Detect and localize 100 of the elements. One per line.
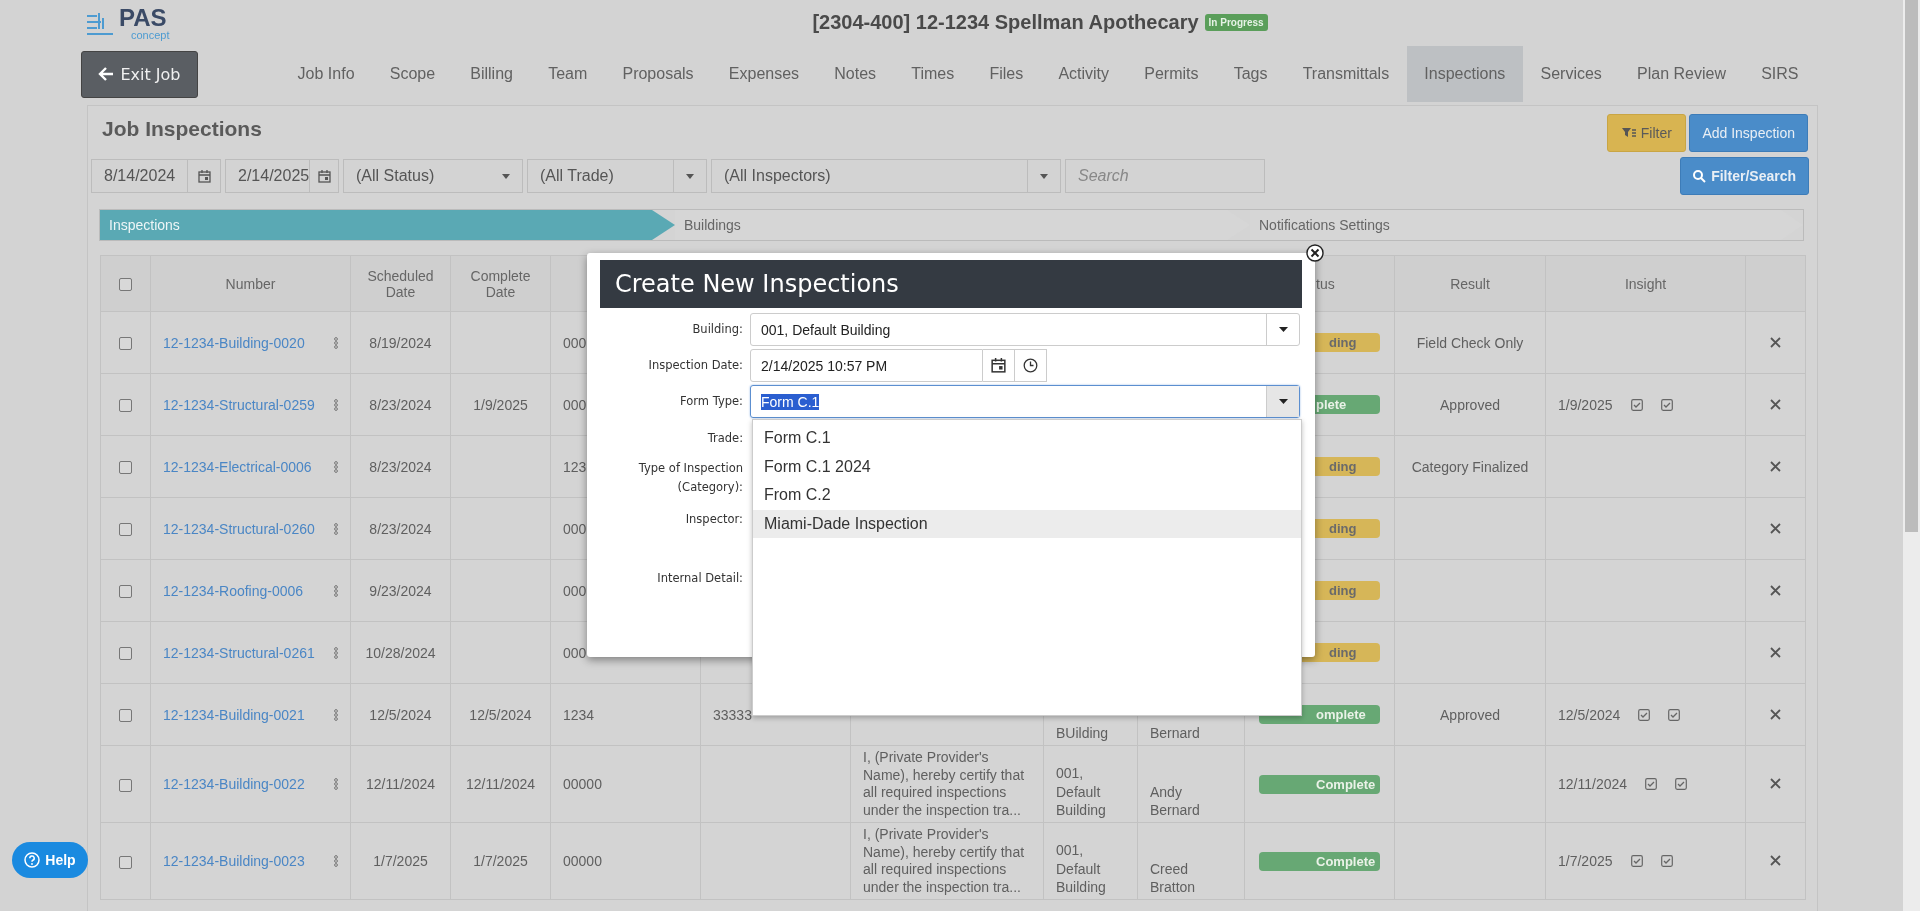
scrollbar[interactable] — [1903, 0, 1920, 911]
table-cell: 33333 — [713, 706, 752, 723]
table-cell: 00000 — [563, 853, 602, 869]
kebab-menu-icon[interactable] — [334, 646, 338, 659]
calendar-icon — [317, 169, 331, 183]
table-cell: 1/9/2025 — [1558, 396, 1613, 413]
table-cell: Approved — [1440, 706, 1500, 723]
filter-icon — [1621, 127, 1636, 139]
kebab-menu-icon[interactable] — [334, 336, 338, 349]
table-cell: 12/5/2024 — [469, 706, 532, 723]
kebab-menu-icon[interactable] — [334, 522, 338, 535]
arrow-left-icon — [98, 67, 115, 81]
kebab-menu-icon[interactable] — [334, 855, 338, 867]
trade-dropdown[interactable]: (All Trade) — [527, 159, 707, 193]
nav-tab[interactable]: Expenses — [711, 46, 817, 102]
nav-tab[interactable]: Transmittals — [1285, 46, 1407, 102]
form-type-combobox[interactable]: Form C.1 — [750, 385, 1300, 418]
caret-icon — [1040, 173, 1048, 179]
nav-tab[interactable]: Notes — [816, 46, 894, 102]
table-cell: 10/28/2024 — [365, 644, 436, 661]
field-label: Type of Inspection (Category): — [637, 460, 743, 496]
nav-tab[interactable]: Services — [1522, 46, 1620, 102]
dropdown-option[interactable]: From C.2 — [753, 481, 1301, 510]
nav-tab[interactable]: Inspections — [1406, 46, 1523, 102]
date-field[interactable]: 8/14/2024 — [91, 159, 221, 193]
table-cell: 001, Default Building — [1056, 842, 1106, 895]
exit-job-button[interactable]: Exit Job — [81, 50, 198, 98]
table-cell: 12/11/2024 — [366, 776, 435, 792]
kebab-menu-icon[interactable] — [334, 778, 338, 790]
row-checkbox[interactable] — [119, 855, 132, 869]
modal-title: Create New Inspections — [600, 260, 1302, 308]
step-tab[interactable]: Inspections — [100, 210, 675, 240]
column-header: Number — [225, 275, 276, 292]
search-field[interactable]: Search — [1065, 159, 1265, 193]
row-checkbox[interactable] — [119, 709, 132, 723]
table-cell: BUilding — [1056, 724, 1109, 741]
inspection-link[interactable]: 12-1234-Building-0021 — [163, 706, 305, 723]
nav-tab[interactable]: Times — [893, 46, 972, 102]
inspection-link[interactable]: 12-1234-Building-0023 — [163, 853, 305, 869]
row-checkbox[interactable] — [119, 337, 132, 351]
row-checkbox[interactable] — [119, 585, 132, 599]
dropdown-option[interactable]: Form C.1 — [753, 424, 1301, 453]
nav-tab[interactable]: SIRS — [1743, 46, 1817, 102]
delete-icon[interactable] — [1770, 336, 1781, 348]
delete-icon[interactable] — [1770, 584, 1781, 596]
select-all-checkbox[interactable] — [119, 278, 132, 292]
delete-icon[interactable] — [1770, 398, 1781, 410]
delete-icon[interactable] — [1770, 708, 1781, 720]
table-cell: 1/7/2025 — [373, 853, 428, 869]
help-button[interactable]: Help — [12, 842, 88, 878]
nav-tab[interactable]: Job Info — [280, 46, 373, 102]
nav-tab[interactable]: Files — [971, 46, 1041, 102]
nav-tab[interactable]: Tags — [1216, 46, 1286, 102]
field-label: Internal Detail: — [656, 570, 743, 587]
kebab-menu-icon[interactable] — [334, 398, 338, 411]
delete-icon[interactable] — [1770, 855, 1781, 866]
date-time-field[interactable]: 2/14/2025 10:57 PM — [750, 349, 983, 382]
row-checkbox[interactable] — [119, 399, 132, 413]
logo-tagline: concept — [130, 29, 170, 41]
nav-tab[interactable]: Plan Review — [1619, 46, 1744, 102]
nav-tab[interactable]: Scope — [372, 46, 453, 102]
date-field[interactable]: 2/14/2025 — [225, 159, 339, 193]
nav-tab[interactable]: Permits — [1126, 46, 1217, 102]
delete-icon[interactable] — [1770, 778, 1781, 789]
status-badge: Complete — [1259, 851, 1380, 871]
nav-tab[interactable]: Proposals — [604, 46, 712, 102]
row-checkbox[interactable] — [119, 647, 132, 661]
status-dropdown[interactable]: (All Status) — [343, 159, 523, 193]
building-dropdown[interactable]: 001, Default Building — [750, 313, 1300, 346]
search-icon — [1693, 169, 1707, 183]
calendar-button[interactable] — [983, 349, 1015, 382]
nav-tab[interactable]: Team — [530, 46, 605, 102]
row-checkbox[interactable] — [119, 461, 132, 475]
kebab-menu-icon[interactable] — [334, 460, 338, 473]
delete-icon[interactable] — [1770, 522, 1781, 534]
delete-icon[interactable] — [1770, 646, 1781, 658]
filter-search-button[interactable]: Filter/Search — [1680, 157, 1809, 195]
kebab-menu-icon[interactable] — [334, 584, 338, 597]
time-button[interactable] — [1015, 349, 1047, 382]
job-title: [2304-400] 12-1234 Spellman Apothecary — [812, 10, 1199, 34]
inspectors-dropdown[interactable]: (All Inspectors) — [711, 159, 1061, 193]
row-checkbox[interactable] — [119, 778, 132, 792]
close-icon[interactable] — [1306, 244, 1324, 262]
nav-tab[interactable]: Activity — [1040, 46, 1127, 102]
row-checkbox[interactable] — [119, 523, 132, 537]
table-cell: Field Check Only — [1416, 334, 1524, 351]
inspection-link[interactable]: 12-1234-Building-0020 — [163, 334, 305, 351]
filter-button[interactable]: Filter — [1607, 114, 1687, 152]
table-cell: I, (Private Provider's Name), hereby certify that all required inspections under the inspection tra... — [863, 826, 1025, 895]
table-cell: 000 — [563, 396, 587, 413]
nav-tab[interactable]: Billing — [452, 46, 531, 102]
dropdown-option[interactable]: Miami-Dade Inspection — [753, 509, 1301, 538]
add-inspection-button[interactable]: Add Inspection — [1689, 114, 1808, 152]
table-cell: Category Finalized — [1411, 458, 1529, 475]
delete-icon[interactable] — [1770, 460, 1781, 472]
inspection-link[interactable]: 12-1234-Roofing-0006 — [163, 582, 304, 599]
inspection-link[interactable]: 12-1234-Building-0022 — [163, 776, 305, 792]
table-cell: 1234 — [563, 706, 595, 723]
table-cell: 12/5/2024 — [369, 706, 432, 723]
kebab-menu-icon[interactable] — [334, 708, 338, 721]
